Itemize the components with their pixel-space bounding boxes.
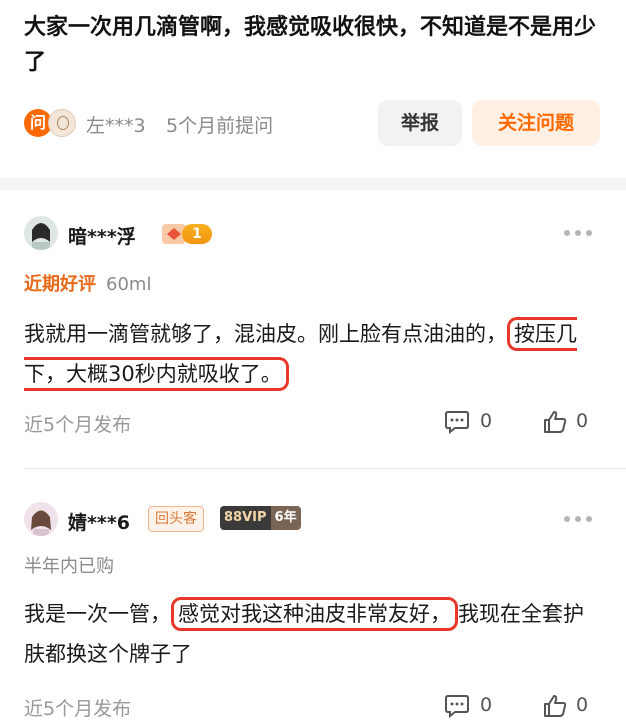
crown-icon: 1 bbox=[162, 222, 214, 246]
review-content: 我是一次一管， 感觉对我这种油皮非常友好， 我现在全套护肤都换这个牌子了 bbox=[24, 594, 594, 674]
review-separator bbox=[24, 468, 626, 469]
section-divider bbox=[0, 178, 626, 190]
content-text: 我是一次一管， bbox=[24, 602, 171, 626]
like-icon[interactable] bbox=[542, 693, 568, 719]
comment-count: 0 bbox=[480, 410, 493, 432]
review-footer: 近5个月发布 0 0 bbox=[24, 692, 604, 722]
username[interactable]: 婧***6 bbox=[68, 508, 130, 535]
returning-customer-badge: 回头客 bbox=[148, 506, 204, 532]
report-button[interactable]: 举报 bbox=[378, 100, 462, 146]
publish-time: 近5个月发布 bbox=[24, 698, 132, 720]
review-footer: 近5个月发布 0 0 bbox=[24, 408, 604, 438]
vip-label: 88VIP bbox=[220, 506, 271, 530]
like-count: 0 bbox=[576, 694, 589, 716]
comment-icon[interactable] bbox=[444, 410, 470, 434]
highlighted-text: 感觉对我这种油皮非常友好， bbox=[171, 597, 458, 631]
asker-name[interactable]: 左***3 bbox=[86, 111, 146, 138]
comment-icon[interactable] bbox=[444, 694, 470, 718]
review-tags: 近期好评 60ml bbox=[24, 270, 151, 296]
vip-badge: 88VIP 6年 bbox=[220, 506, 301, 530]
spec-label: 60ml bbox=[106, 274, 152, 295]
username[interactable]: 暗***浮 bbox=[68, 222, 136, 249]
asker-row: 问 左***3 5个月前提问 举报 关注问题 bbox=[24, 100, 604, 146]
follow-question-button[interactable]: 关注问题 bbox=[472, 100, 600, 146]
asked-time: 5个月前提问 bbox=[166, 115, 274, 137]
question-title: 大家一次用几滴管啊，我感觉吸收很快，不知道是不是用少了 bbox=[24, 15, 597, 75]
review-tag: 近期好评 bbox=[24, 274, 96, 295]
level-badge: 1 bbox=[182, 224, 212, 244]
avatar[interactable] bbox=[24, 502, 58, 536]
like-icon[interactable] bbox=[542, 409, 568, 435]
more-icon[interactable] bbox=[564, 516, 592, 524]
purchase-tag: 半年内已购 bbox=[24, 556, 114, 577]
content-text: 我就用一滴管就够了，混油皮。刚上脸有点油油的， bbox=[24, 322, 507, 346]
like-count: 0 bbox=[576, 410, 589, 432]
more-icon[interactable] bbox=[564, 230, 592, 238]
publish-time: 近5个月发布 bbox=[24, 414, 132, 436]
comment-count: 0 bbox=[480, 694, 493, 716]
vip-years: 6年 bbox=[270, 506, 301, 530]
avatar[interactable] bbox=[24, 216, 58, 250]
review-content: 我就用一滴管就够了，混油皮。刚上脸有点油油的， 按压几下，大概30秒内就吸收了。 bbox=[24, 314, 594, 394]
asker-avatar[interactable] bbox=[48, 109, 76, 137]
review-tags: 半年内已购 bbox=[24, 552, 114, 578]
